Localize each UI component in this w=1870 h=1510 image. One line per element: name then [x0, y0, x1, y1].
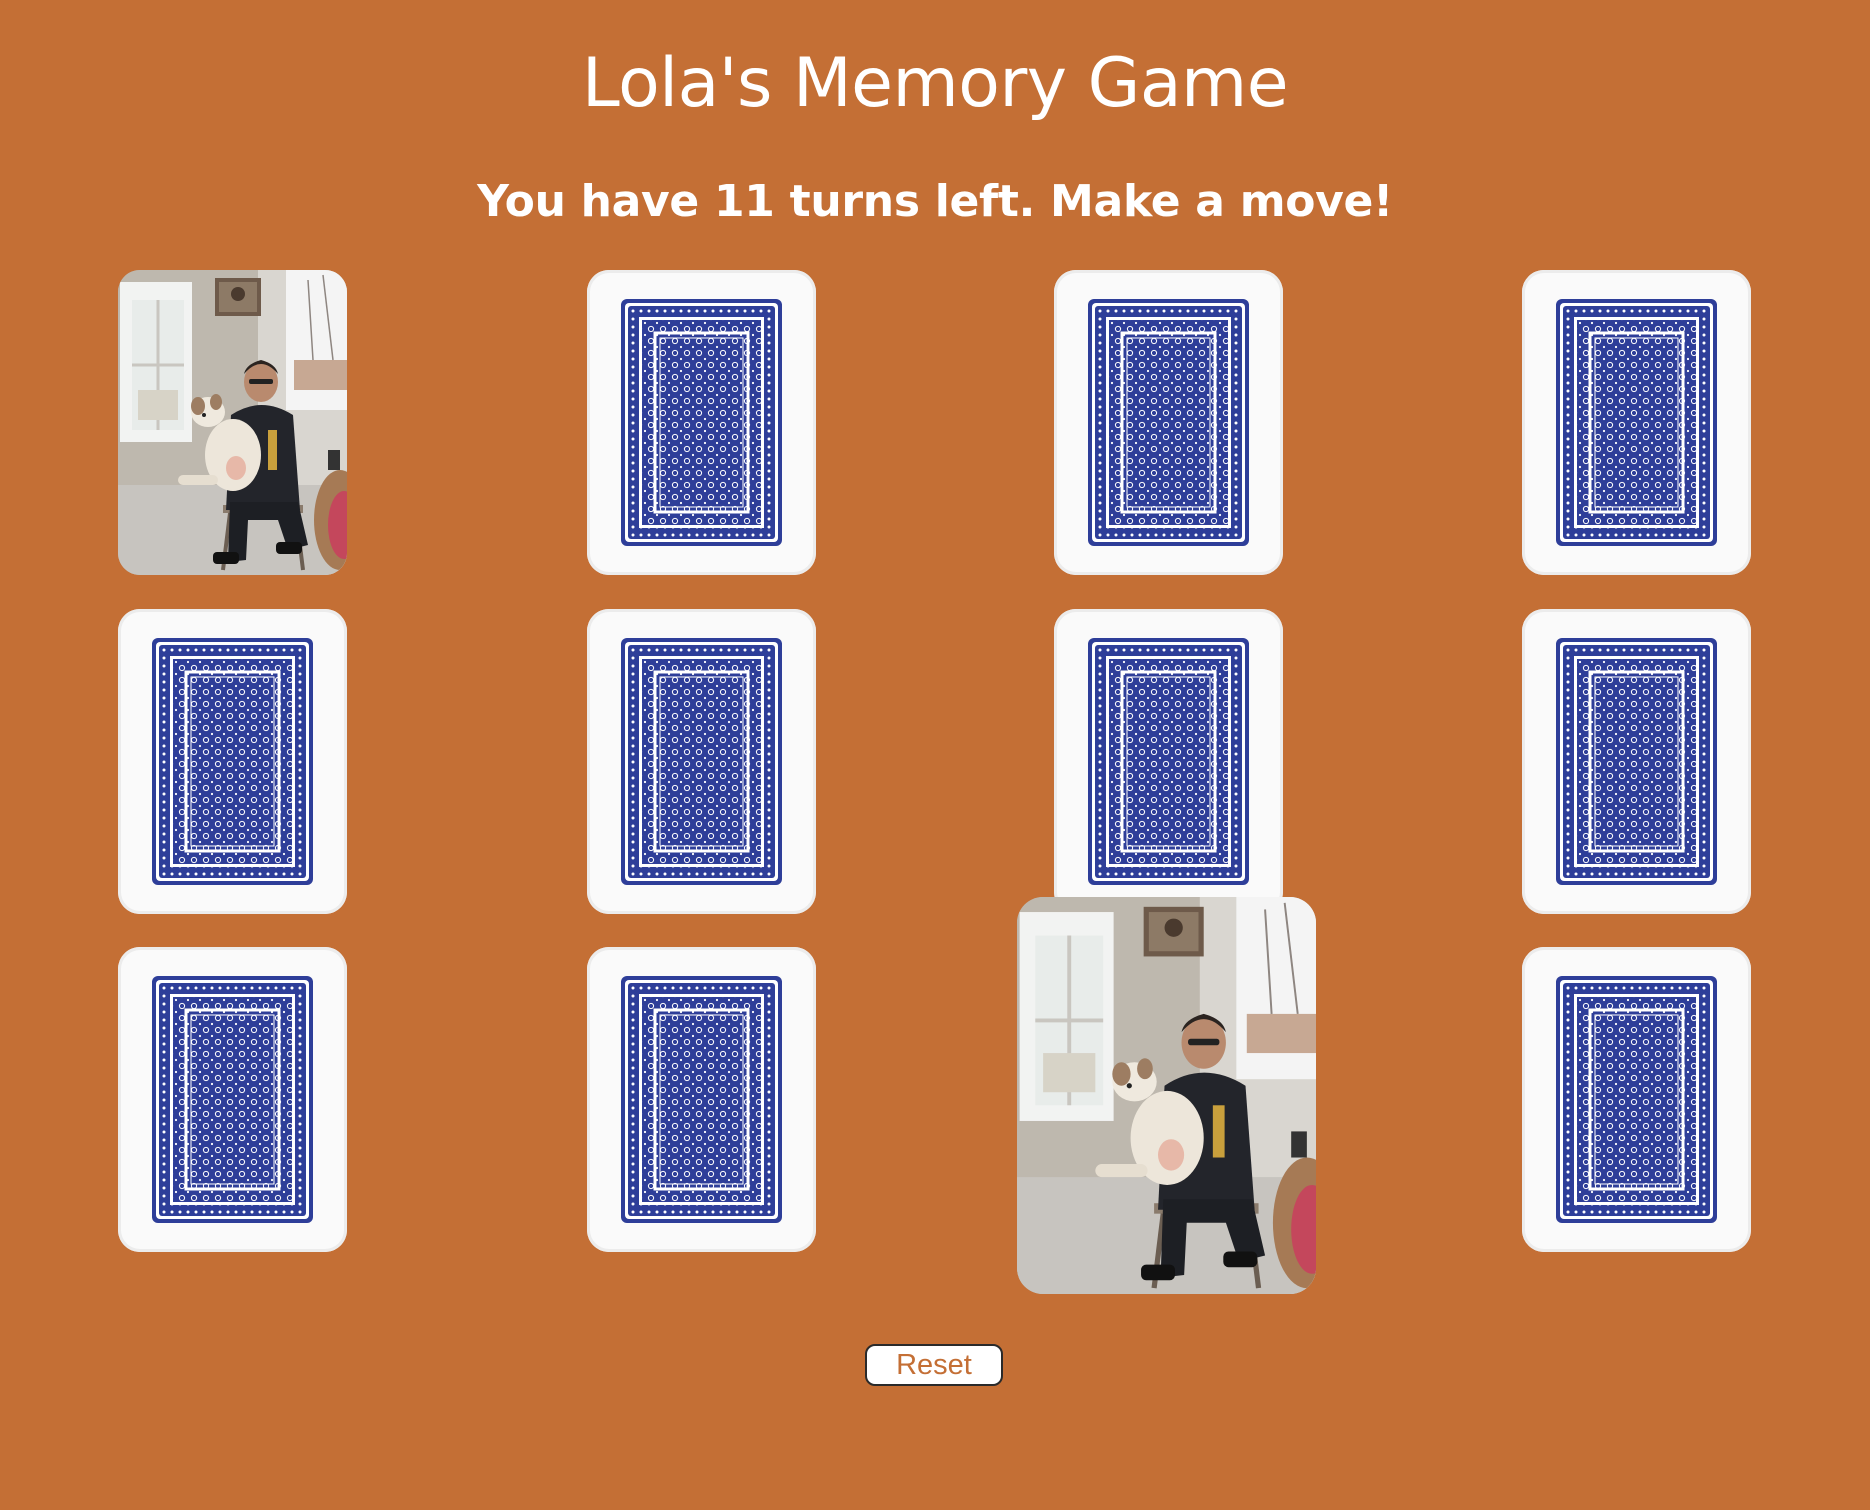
card-8-face-down[interactable]	[1522, 609, 1751, 914]
turns-status: You have 11 turns left. Make a move!	[477, 176, 1393, 227]
card-1-face-up[interactable]	[118, 270, 347, 575]
card-back-pattern-icon	[1556, 638, 1717, 885]
card-back-pattern-icon	[1556, 976, 1717, 1223]
card-back-pattern-icon	[1088, 638, 1249, 885]
card-back-pattern-icon	[1556, 299, 1717, 546]
card-back-pattern-icon	[621, 638, 782, 885]
card-5-face-down[interactable]	[118, 609, 347, 914]
card-3-face-down[interactable]	[1054, 270, 1283, 575]
photo-man-holding-dog-icon	[118, 270, 347, 575]
card-back-pattern-icon	[152, 638, 313, 885]
card-12-face-down[interactable]	[1522, 947, 1751, 1252]
card-10-face-down[interactable]	[587, 947, 816, 1252]
card-back-pattern-icon	[152, 976, 313, 1223]
game-title: Lola's Memory Game	[581, 44, 1289, 123]
reset-button[interactable]: Reset	[865, 1344, 1003, 1386]
photo-man-holding-dog-icon	[1017, 897, 1316, 1294]
card-11-face-up[interactable]	[1017, 897, 1316, 1294]
card-6-face-down[interactable]	[587, 609, 816, 914]
card-back-pattern-icon	[621, 976, 782, 1223]
card-9-face-down[interactable]	[118, 947, 347, 1252]
card-2-face-down[interactable]	[587, 270, 816, 575]
card-4-face-down[interactable]	[1522, 270, 1751, 575]
card-7-face-down[interactable]	[1054, 609, 1283, 914]
card-back-pattern-icon	[621, 299, 782, 546]
card-back-pattern-icon	[1088, 299, 1249, 546]
